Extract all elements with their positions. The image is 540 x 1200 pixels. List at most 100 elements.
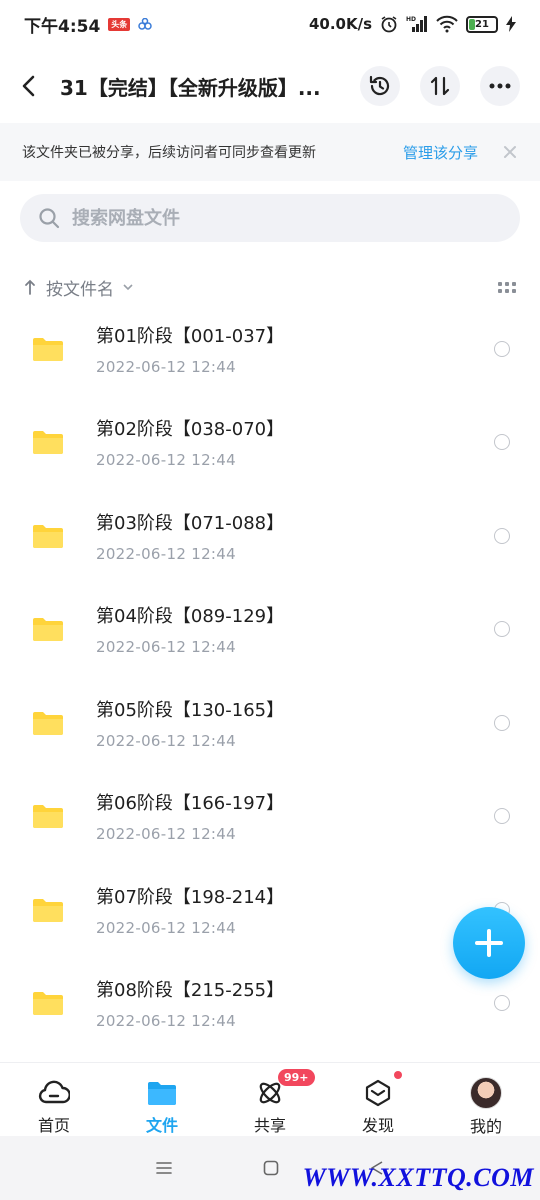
file-meta: 第01阶段【001-037】 2022-06-12 12:44 (96, 322, 284, 376)
tab-profile[interactable]: 我的 (432, 1063, 540, 1136)
tab-share[interactable]: 99+ 共享 (216, 1063, 324, 1136)
file-name: 第08阶段【215-255】 (96, 980, 285, 1002)
notification-dot (394, 1071, 402, 1079)
avatar (470, 1077, 502, 1109)
folder-icon (33, 992, 63, 1016)
select-checkbox[interactable] (494, 340, 510, 357)
search-box[interactable] (20, 194, 520, 242)
battery-level: 21 (475, 18, 489, 30)
bottom-tab-bar: 首页 文件 99+ 共享 发现 我的 (0, 1062, 540, 1136)
tab-label: 共享 (253, 1116, 286, 1135)
file-name: 第03阶段【071-088】 (96, 512, 285, 534)
add-button[interactable] (453, 907, 525, 979)
list-item[interactable]: 第04阶段【089-129】 2022-06-12 12:44 (0, 583, 540, 677)
sort-by-name-dropdown[interactable]: 按文件名 (46, 275, 114, 300)
file-name: 第07阶段【198-214】 (96, 886, 285, 908)
file-meta: 第06阶段【166-197】 2022-06-12 12:44 (96, 789, 284, 843)
file-date: 2022-06-12 12:44 (96, 638, 236, 657)
file-meta: 第03阶段【071-088】 2022-06-12 12:44 (96, 509, 284, 563)
tab-discover[interactable]: 发现 (324, 1063, 432, 1136)
list-item[interactable]: 第06阶段【166-197】 2022-06-12 12:44 (0, 770, 540, 864)
file-date: 2022-06-12 12:44 (96, 825, 236, 844)
status-left: 下午4:54 头条 (24, 12, 153, 37)
grid-view-icon[interactable] (498, 281, 516, 293)
list-item[interactable]: 第05阶段【130-165】 2022-06-12 12:44 (0, 676, 540, 770)
close-icon[interactable] (502, 144, 518, 160)
file-date: 2022-06-12 12:44 (96, 357, 236, 376)
chevron-down-icon[interactable] (122, 283, 134, 291)
file-name: 第05阶段【130-165】 (96, 699, 285, 721)
back-button[interactable] (20, 66, 48, 106)
file-name: 第01阶段【001-037】 (96, 325, 285, 347)
select-checkbox[interactable] (494, 995, 510, 1012)
tab-label: 首页 (37, 1116, 70, 1135)
watermark-text: WWW.XXTTQ.COM (302, 1163, 534, 1192)
sort-transfer-button[interactable] (420, 66, 460, 106)
file-name: 第02阶段【038-070】 (96, 419, 285, 441)
svg-text:HD: HD (406, 16, 416, 23)
file-date: 2022-06-12 12:44 (96, 544, 236, 563)
history-icon (369, 75, 390, 96)
charging-icon (506, 16, 516, 32)
home-square-icon[interactable] (263, 1160, 279, 1176)
select-checkbox[interactable] (494, 808, 510, 825)
manage-share-link[interactable]: 管理该分享 (403, 142, 478, 163)
menu-icon[interactable] (155, 1161, 173, 1175)
battery-fill (469, 18, 475, 30)
folder-icon (33, 431, 63, 455)
tab-label: 我的 (469, 1117, 502, 1136)
status-bar: 下午4:54 头条 40.0K/s HD 21 (0, 0, 540, 48)
folder-icon (33, 524, 63, 548)
avatar-image (470, 1077, 502, 1109)
list-item[interactable]: 第02阶段【038-070】 2022-06-12 12:44 (0, 396, 540, 490)
file-name: 第04阶段【089-129】 (96, 606, 285, 628)
search-icon (39, 208, 60, 229)
file-meta: 第04阶段【089-129】 2022-06-12 12:44 (96, 602, 284, 656)
select-checkbox[interactable] (494, 527, 510, 544)
wifi-icon (436, 15, 458, 33)
sort-arrow-up-icon[interactable] (24, 279, 36, 295)
sort-bar: 按文件名 (0, 270, 540, 304)
share-notice-banner: 该文件夹已被分享，后续访问者可同步查看更新 管理该分享 (0, 123, 540, 181)
status-time: 下午4:54 (24, 16, 101, 37)
signal-icon: HD (406, 16, 427, 32)
more-button[interactable] (480, 66, 520, 106)
list-item[interactable]: 第08阶段【215-255】 2022-06-12 12:44 (0, 957, 540, 1051)
app-notification-chip: 头条 (108, 17, 131, 31)
notification-badge: 99+ (278, 1069, 315, 1086)
file-meta: 第08阶段【215-255】 2022-06-12 12:44 (96, 976, 284, 1030)
folder-icon (33, 711, 63, 735)
list-item[interactable]: 第03阶段【071-088】 2022-06-12 12:44 (0, 489, 540, 583)
select-checkbox[interactable] (494, 714, 510, 731)
folder-icon (33, 898, 63, 922)
file-name: 第06阶段【166-197】 (96, 793, 285, 815)
select-checkbox[interactable] (494, 434, 510, 451)
list-item[interactable]: 第01阶段【001-037】 2022-06-12 12:44 (0, 302, 540, 396)
file-meta: 第07阶段【198-214】 2022-06-12 12:44 (96, 883, 284, 937)
tab-home[interactable]: 首页 (0, 1063, 108, 1136)
file-meta: 第02阶段【038-070】 2022-06-12 12:44 (96, 415, 284, 469)
file-date: 2022-06-12 12:44 (96, 451, 236, 470)
history-button[interactable] (360, 66, 400, 106)
tab-label: 文件 (145, 1116, 178, 1135)
folder-icon (33, 337, 63, 361)
battery-indicator: 21 (466, 15, 498, 33)
tab-files[interactable]: 文件 (108, 1063, 216, 1136)
file-date: 2022-06-12 12:44 (96, 918, 236, 937)
search-input[interactable] (72, 207, 492, 229)
file-meta: 第05阶段【130-165】 2022-06-12 12:44 (96, 696, 284, 750)
folder-icon (146, 1077, 178, 1108)
cube-icon (362, 1077, 394, 1108)
app-notification-icon (138, 18, 153, 30)
cloud-icon (38, 1077, 70, 1108)
tab-label: 发现 (361, 1116, 394, 1135)
share-notice-text: 该文件夹已被分享，后续访问者可同步查看更新 (22, 145, 316, 161)
alarm-icon (381, 16, 397, 33)
more-dots-icon (489, 83, 511, 89)
select-checkbox[interactable] (494, 621, 510, 638)
network-speed: 40.0K/s (308, 15, 372, 33)
file-date: 2022-06-12 12:44 (96, 731, 236, 750)
top-bar: 31【完结】【全新升级版】... (0, 56, 540, 116)
folder-title: 31【完结】【全新升级版】... (60, 75, 321, 100)
plus-icon (475, 929, 503, 957)
